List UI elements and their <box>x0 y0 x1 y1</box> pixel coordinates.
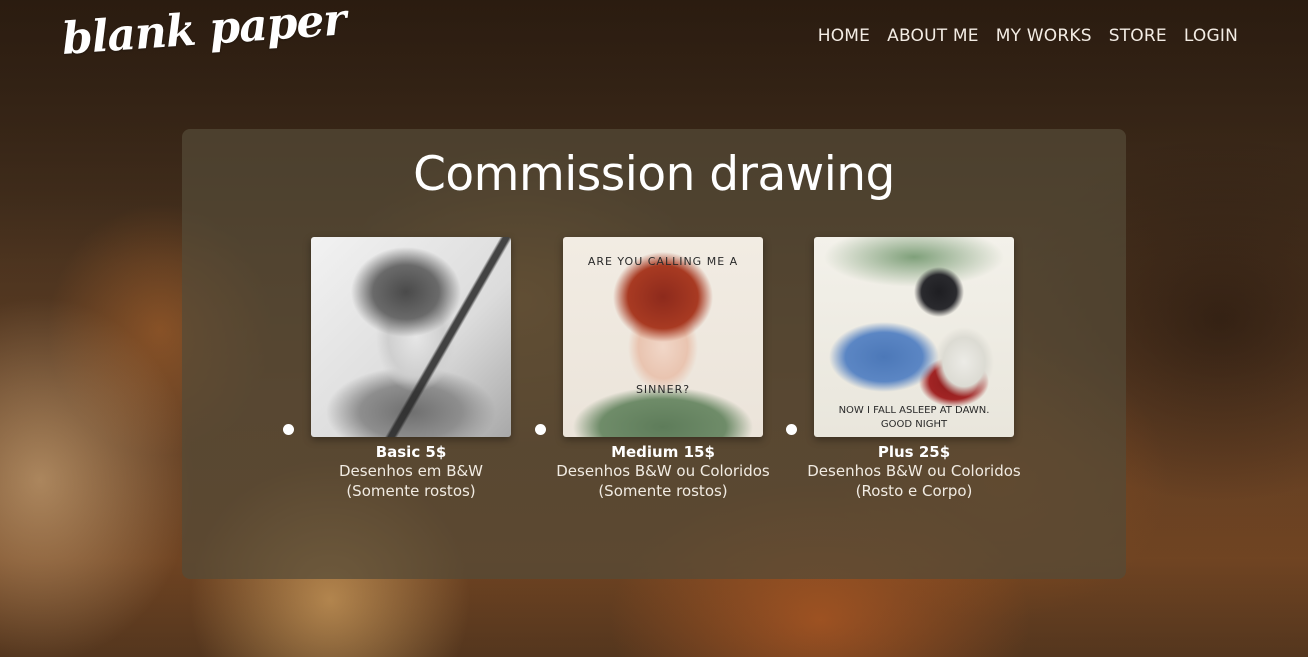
radio-dot[interactable] <box>786 424 797 435</box>
plus-artwork-image[interactable]: NOW I FALL ASLEEP AT DAWN. GOOD NIGHT <box>814 237 1014 437</box>
site-logo[interactable]: blank paper <box>60 0 347 65</box>
commission-card-basic[interactable]: Basic 5$ Desenhos em B&W (Somente rostos… <box>281 237 541 501</box>
nav-my-works[interactable]: MY WORKS <box>996 26 1092 46</box>
basic-artwork-image[interactable] <box>311 237 511 437</box>
card-desc-line1: Desenhos em B&W <box>338 462 484 480</box>
nav-home[interactable]: HOME <box>818 26 870 46</box>
card-desc-line1: Desenhos B&W ou Coloridos <box>556 462 770 480</box>
card-desc-line2: (Somente rostos) <box>346 482 476 500</box>
card-desc-line2: (Rosto e Corpo) <box>855 482 973 500</box>
radio-dot[interactable] <box>535 424 546 435</box>
card-name: Basic 5$ <box>375 443 447 461</box>
card-name: Plus 25$ <box>877 443 951 461</box>
main-nav: HOME ABOUT ME MY WORKS STORE LOGIN <box>818 26 1238 46</box>
commission-card-medium[interactable]: ARE YOU CALLING ME A SINNER? Medium 15$ … <box>533 237 793 501</box>
artwork-caption-bottom: SINNER? <box>635 383 691 396</box>
artwork-caption-line1: NOW I FALL ASLEEP AT DAWN. <box>838 405 990 416</box>
card-name: Medium 15$ <box>611 443 715 461</box>
medium-artwork-image[interactable]: ARE YOU CALLING ME A SINNER? <box>563 237 763 437</box>
commission-card-plus[interactable]: NOW I FALL ASLEEP AT DAWN. GOOD NIGHT Pl… <box>784 237 1044 501</box>
nav-about-me[interactable]: ABOUT ME <box>887 26 979 46</box>
artwork-caption-line2: GOOD NIGHT <box>880 419 948 430</box>
nav-login[interactable]: LOGIN <box>1184 26 1238 46</box>
card-desc-line1: Desenhos B&W ou Coloridos <box>807 462 1021 480</box>
page-title: Commission drawing <box>413 147 895 202</box>
radio-dot[interactable] <box>283 424 294 435</box>
card-desc-line2: (Somente rostos) <box>598 482 728 500</box>
nav-store[interactable]: STORE <box>1109 26 1167 46</box>
artwork-caption-top: ARE YOU CALLING ME A <box>587 255 739 268</box>
commission-panel: Commission drawing Basic 5$ Desenhos em … <box>182 129 1126 579</box>
